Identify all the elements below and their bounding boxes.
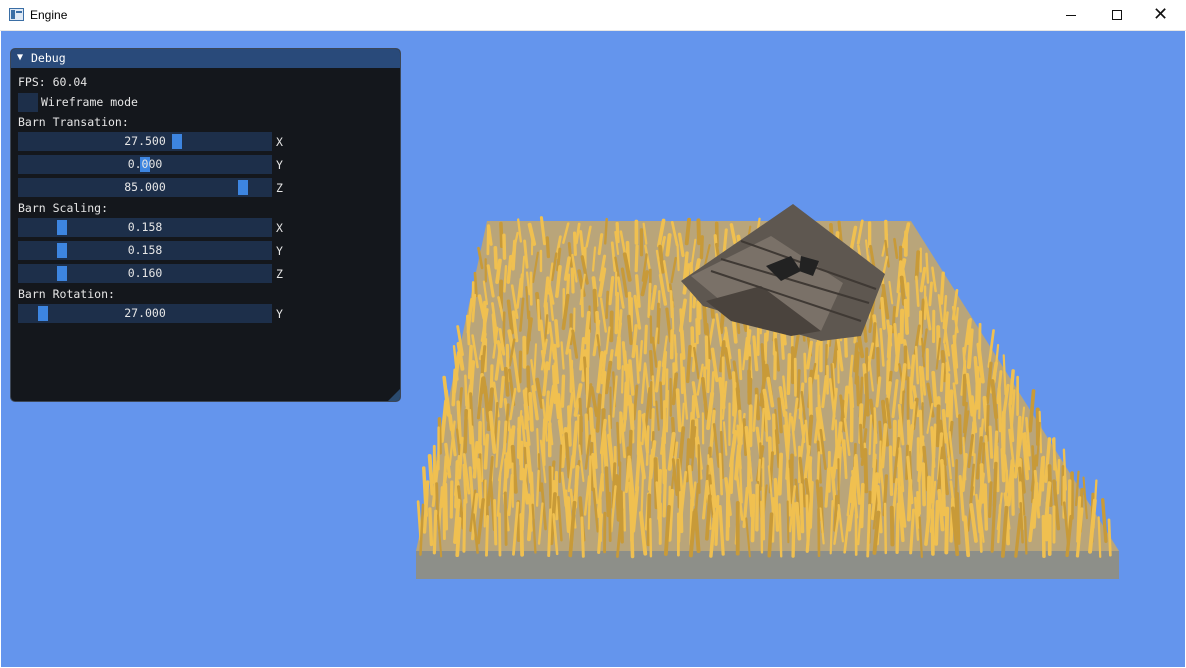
slider-value: 0.158	[127, 243, 163, 257]
rotation-y-slider[interactable]: 27.000	[18, 304, 272, 323]
axis-label: Y	[276, 307, 283, 321]
close-button[interactable]: ✕	[1140, 0, 1186, 31]
slider-value: 0.160	[127, 266, 163, 280]
axis-label: Z	[276, 267, 283, 281]
resize-grip[interactable]	[388, 389, 400, 401]
minimize-button[interactable]	[1048, 0, 1094, 31]
axis-label: X	[276, 135, 283, 149]
slider-value: 27.000	[124, 306, 166, 320]
minimize-icon	[1066, 15, 1076, 16]
fps-readout: FPS: 60.04	[18, 75, 88, 89]
slider-value: 0.000	[127, 157, 163, 171]
wireframe-label: Wireframe mode	[41, 95, 138, 109]
app-window-icon	[9, 8, 24, 21]
debug-window-title: Debug	[31, 51, 66, 65]
debug-window-header[interactable]: ▼ Debug	[11, 49, 400, 68]
close-icon: ✕	[1153, 4, 1169, 25]
debug-window[interactable]: ▼ Debug FPS: 60.04 Wireframe mode Barn T…	[10, 48, 401, 402]
maximize-button[interactable]	[1094, 0, 1140, 31]
barn-scaling-label: Barn Scaling:	[18, 201, 109, 215]
window-title: Engine	[30, 8, 68, 22]
title-bar: Engine ✕	[0, 0, 1186, 31]
scaling-y-slider[interactable]: 0.158	[18, 241, 272, 260]
axis-label: Y	[276, 158, 283, 172]
wireframe-checkbox[interactable]	[18, 93, 38, 112]
axis-label: Y	[276, 244, 283, 258]
maximize-icon	[1112, 10, 1122, 20]
scaling-x-slider[interactable]: 0.158	[18, 218, 272, 237]
translation-z-slider[interactable]: 85.000	[18, 178, 272, 197]
axis-label: Z	[276, 181, 283, 195]
barn-rotation-label: Barn Rotation:	[18, 287, 115, 301]
axis-label: X	[276, 221, 283, 235]
collapse-arrow-icon[interactable]: ▼	[17, 52, 23, 63]
slider-value: 85.000	[124, 180, 166, 194]
translation-y-slider[interactable]: 0.000	[18, 155, 272, 174]
barn-translation-label: Barn Transation:	[18, 115, 129, 129]
translation-x-slider[interactable]: 27.500	[18, 132, 272, 151]
slider-value: 27.500	[124, 134, 166, 148]
scaling-z-slider[interactable]: 0.160	[18, 264, 272, 283]
slider-value: 0.158	[127, 220, 163, 234]
